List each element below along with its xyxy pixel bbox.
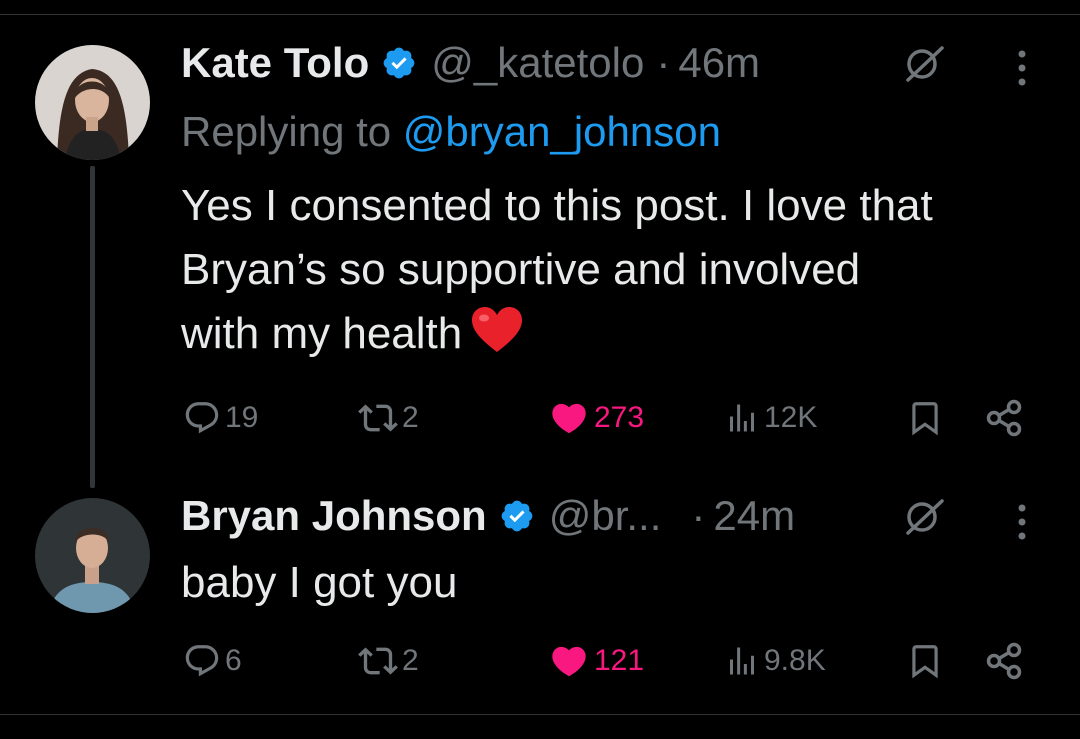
grok-icon[interactable] <box>902 495 946 539</box>
bookmark-icon <box>912 402 938 436</box>
post-text-line: Bryan’s so supportive and involved <box>181 245 861 294</box>
heart-filled-icon <box>552 646 586 677</box>
reply-icon <box>185 645 219 677</box>
heart-filled-icon <box>552 403 586 434</box>
avatar-bryan-johnson[interactable] <box>35 498 150 613</box>
views-icon <box>730 404 754 432</box>
like-button[interactable]: 121 <box>548 641 644 681</box>
post-header: Kate Tolo @_katetolo · 46m <box>181 35 760 91</box>
handle[interactable]: @br... <box>549 492 662 540</box>
avatar-kate-tolo[interactable] <box>35 45 150 160</box>
reply-icon <box>185 402 219 434</box>
display-name[interactable]: Bryan Johnson <box>181 492 487 540</box>
post-actions: 19 2 273 12K <box>0 398 1080 438</box>
share-icon <box>986 399 1022 437</box>
bookmark-button[interactable] <box>906 641 944 681</box>
handle[interactable]: @_katetolo <box>431 39 644 87</box>
display-name[interactable]: Kate Tolo <box>181 39 369 87</box>
repost-count: 2 <box>402 644 419 677</box>
thread-connector-line <box>90 166 95 488</box>
views-icon <box>730 647 754 675</box>
bottom-divider <box>0 714 1080 715</box>
bookmark-button[interactable] <box>906 398 944 438</box>
repost-button[interactable]: 2 <box>358 641 419 681</box>
separator-dot: · <box>656 39 671 86</box>
views-count: 9.8K <box>764 644 826 677</box>
repost-button[interactable]: 2 <box>358 398 419 438</box>
top-divider <box>0 14 1080 15</box>
timestamp[interactable]: 24m <box>713 492 795 540</box>
repost-count: 2 <box>402 401 419 434</box>
timestamp[interactable]: 46m <box>678 39 760 87</box>
replying-to-mention[interactable]: @bryan_johnson <box>403 108 721 155</box>
share-button[interactable] <box>984 398 1024 438</box>
red-heart-emoji-icon <box>470 306 524 354</box>
reply-count: 19 <box>225 401 259 434</box>
post-actions: 6 2 121 9.8K <box>0 641 1080 681</box>
share-icon <box>986 642 1022 680</box>
more-options-icon[interactable] <box>1016 502 1028 542</box>
views-button[interactable]: 12K <box>724 398 817 438</box>
verified-badge-icon <box>381 45 417 81</box>
separator-dot: · <box>691 492 706 539</box>
like-count: 273 <box>594 401 645 434</box>
views-button[interactable]: 9.8K <box>724 641 826 681</box>
repost-icon <box>358 647 398 675</box>
like-count: 121 <box>594 644 645 677</box>
reply-button[interactable]: 19 <box>183 398 258 438</box>
bookmark-icon <box>912 645 938 679</box>
grok-icon[interactable] <box>902 42 946 86</box>
post-text: Yes I consented to this post. I love tha… <box>181 174 1061 366</box>
views-count: 12K <box>764 401 818 434</box>
like-button[interactable]: 273 <box>548 398 644 438</box>
post-text-line: Yes I consented to this post. I love tha… <box>181 181 933 230</box>
repost-icon <box>358 404 398 432</box>
replying-to-label: Replying to <box>181 108 392 155</box>
post-text-line: with my health <box>181 309 463 358</box>
more-options-icon[interactable] <box>1016 48 1028 88</box>
replying-to: Replying to @bryan_johnson <box>181 108 721 156</box>
share-button[interactable] <box>984 641 1024 681</box>
reply-count: 6 <box>225 644 242 677</box>
post-header: Bryan Johnson @br... · 24m <box>181 488 795 544</box>
post-text: baby I got you <box>181 558 458 607</box>
verified-badge-icon <box>499 498 535 534</box>
reply-button[interactable]: 6 <box>183 641 242 681</box>
